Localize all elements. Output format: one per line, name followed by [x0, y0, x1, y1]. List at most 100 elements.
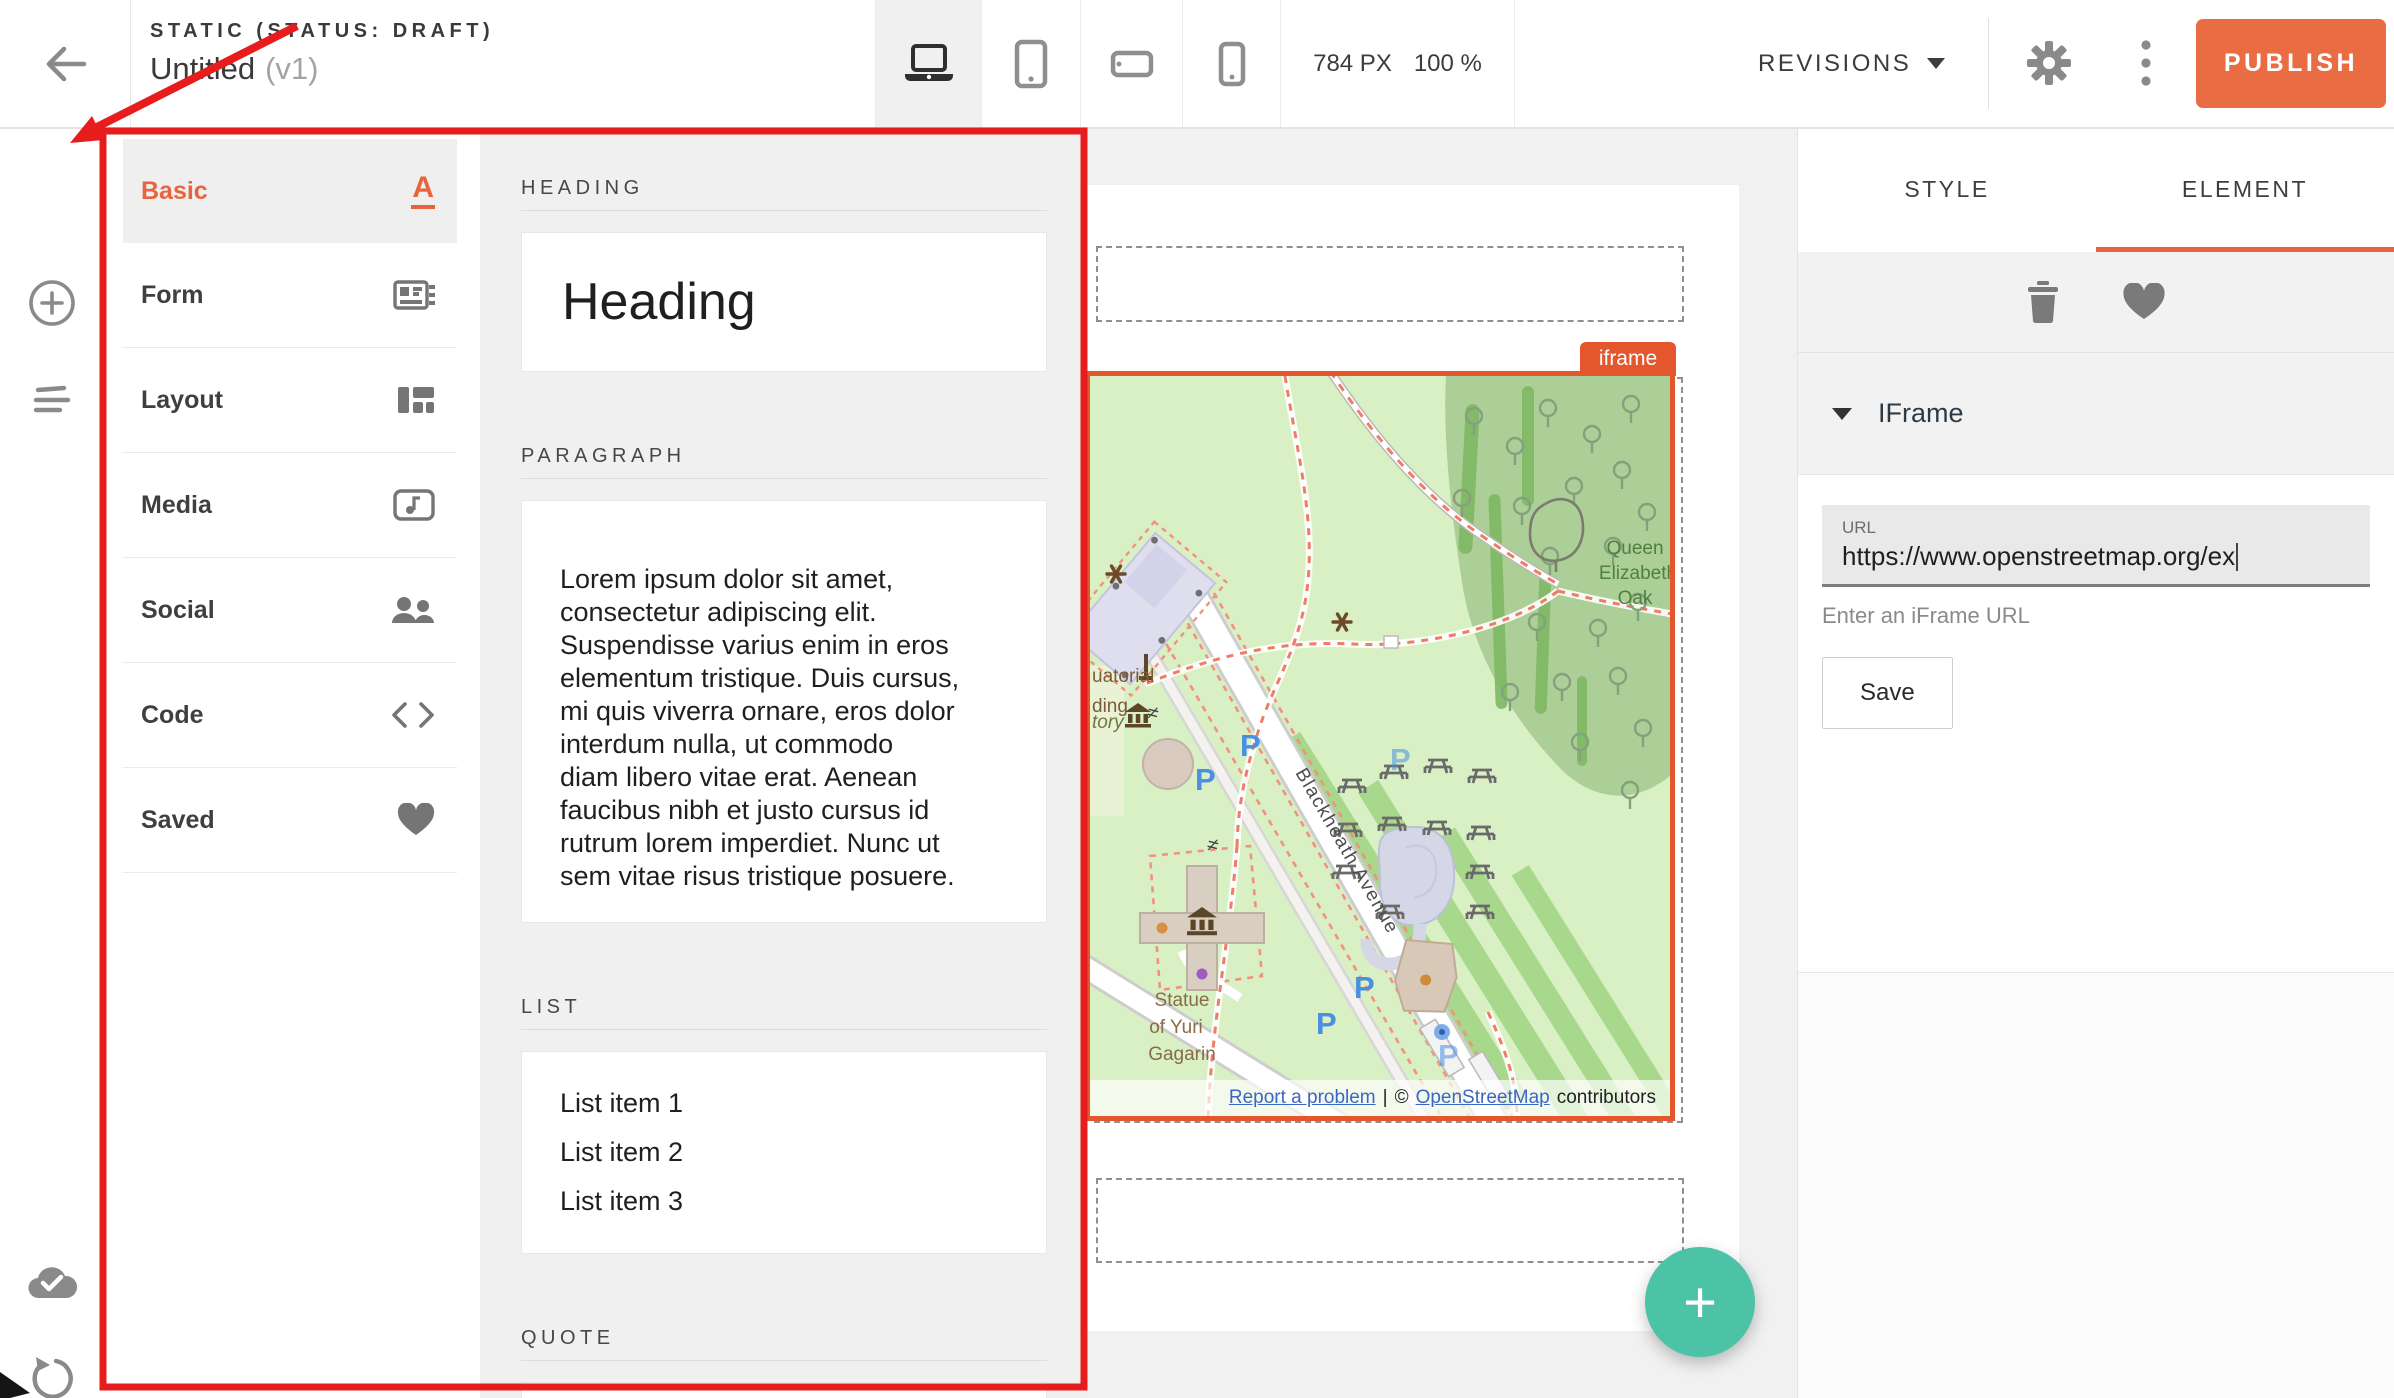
- element-list-panel: HEADING Heading PARAGRAPH Lorem ipsum do…: [480, 127, 1082, 1398]
- sidebar-item-layout[interactable]: Layout: [123, 348, 457, 453]
- heart-icon: [397, 803, 435, 837]
- more-options-button[interactable]: [2126, 34, 2166, 92]
- left-toolbar: [0, 127, 103, 1398]
- text-cursor: [2236, 543, 2238, 571]
- gear-icon: [2025, 39, 2073, 87]
- inspector-panel: STYLE ELEMENT IFrame URL https://www.ope…: [1797, 127, 2394, 1398]
- topbar-divider: [1988, 18, 1989, 109]
- section-divider: [521, 478, 1047, 479]
- section-label-quote: QUOTE: [521, 1326, 1047, 1350]
- svg-text:of Yuri: of Yuri: [1149, 1017, 1203, 1038]
- list-element-card[interactable]: List item 1 List item 2 List item 3: [521, 1051, 1047, 1254]
- device-preview-switcher: 784 PX 100 %: [875, 0, 1515, 127]
- sidebar-item-form[interactable]: Form: [123, 243, 457, 348]
- openstreetmap-iframe-preview[interactable]: P P P P P P ≠ ≠ Queen Elizabeth: [1090, 376, 1670, 1116]
- viewport-info: 784 PX 100 %: [1281, 0, 1514, 127]
- form-icon: [393, 278, 435, 312]
- laptop-icon: [899, 43, 959, 85]
- sidebar-item-basic[interactable]: Basic A: [123, 139, 457, 243]
- iframe-settings-body: URL https://www.openstreetmap.org/ex Ent…: [1798, 475, 2394, 729]
- sidebar-item-social[interactable]: Social: [123, 558, 457, 663]
- sidebar-item-code[interactable]: Code: [123, 663, 457, 768]
- document-status: STATIC (STATUS: DRAFT): [150, 20, 494, 43]
- autosave-status-button[interactable]: [24, 1255, 80, 1311]
- page-canvas: iframe: [1082, 127, 1797, 1398]
- svg-text:P: P: [1240, 728, 1261, 763]
- svg-text:Oak: Oak: [1618, 588, 1653, 609]
- report-problem-link[interactable]: Report a problem: [1229, 1087, 1376, 1109]
- favorite-element-button[interactable]: [2122, 283, 2166, 321]
- map-bandstand: [1143, 739, 1193, 789]
- people-icon: [391, 595, 435, 625]
- paragraph-element-card[interactable]: Lorem ipsum dolor sit amet, consectetur …: [521, 500, 1047, 923]
- trash-icon: [2026, 281, 2060, 323]
- text-basic-icon: A: [411, 173, 435, 209]
- element-categories-sidebar: Basic A Form Layout: [103, 127, 480, 1398]
- phone-portrait-icon: [1218, 41, 1246, 87]
- svg-text:Statue: Statue: [1155, 990, 1210, 1011]
- collapse-caret-icon: [1832, 408, 1852, 420]
- add-section-fab[interactable]: +: [1645, 1247, 1755, 1357]
- back-button[interactable]: [0, 0, 131, 127]
- quote-element-card[interactable]: Block Quote: [521, 1382, 1047, 1398]
- section-label-heading: HEADING: [521, 176, 1047, 200]
- sidebar-item-media[interactable]: Media: [123, 453, 457, 558]
- list-item-preview: List item 3: [560, 1177, 1008, 1226]
- code-icon: [391, 701, 435, 729]
- iframe-settings-title: IFrame: [1878, 398, 1964, 429]
- chevron-down-icon: [1927, 58, 1945, 69]
- publish-button[interactable]: PUBLISH: [2196, 19, 2386, 108]
- list-item-preview: List item 1: [560, 1079, 1008, 1128]
- svg-text:P: P: [1316, 1006, 1337, 1041]
- svg-text:P: P: [1438, 1038, 1459, 1073]
- heart-icon: [2122, 283, 2166, 321]
- device-desktop-button[interactable]: [876, 0, 982, 127]
- tab-style[interactable]: STYLE: [1798, 127, 2096, 252]
- sidebar-item-saved[interactable]: Saved: [123, 768, 457, 873]
- iframe-settings-header[interactable]: IFrame: [1798, 353, 2394, 475]
- tablet-icon: [1014, 39, 1048, 89]
- tab-element[interactable]: ELEMENT: [2096, 127, 2394, 252]
- iframe-url-input[interactable]: URL https://www.openstreetmap.org/ex: [1822, 505, 2370, 587]
- svg-text:P: P: [1195, 762, 1216, 797]
- media-icon: [393, 489, 435, 521]
- device-mobile-landscape-button[interactable]: [1081, 0, 1183, 127]
- add-element-button[interactable]: [24, 275, 80, 331]
- inspector-tabs: STYLE ELEMENT: [1798, 127, 2394, 253]
- document-title[interactable]: Untitled(v1): [150, 51, 494, 87]
- empty-section-placeholder[interactable]: [1096, 246, 1684, 322]
- url-field-label: URL: [1842, 518, 2350, 538]
- top-bar: STATIC (STATUS: DRAFT) Untitled(v1): [0, 0, 2394, 129]
- device-mobile-portrait-button[interactable]: [1183, 0, 1281, 127]
- openstreetmap-link[interactable]: OpenStreetMap: [1416, 1087, 1550, 1109]
- delete-element-button[interactable]: [2026, 281, 2060, 323]
- save-button[interactable]: Save: [1822, 657, 1953, 729]
- revisions-label: REVISIONS: [1758, 50, 1911, 78]
- url-field-value: https://www.openstreetmap.org/ex: [1842, 541, 2235, 572]
- element-actions-row: [1798, 252, 2394, 353]
- svg-text:uatorial: uatorial: [1092, 666, 1154, 687]
- section-label-list: LIST: [521, 995, 1047, 1019]
- section-divider: [521, 1029, 1047, 1030]
- heading-element-card[interactable]: Heading: [521, 232, 1047, 372]
- page-navigator-button[interactable]: [24, 373, 80, 429]
- document-version: (v1): [265, 51, 318, 86]
- zoom-level-value: 100 %: [1414, 50, 1482, 78]
- plus-circle-icon: [28, 279, 76, 327]
- phone-landscape-icon: [1110, 50, 1154, 78]
- revisions-dropdown[interactable]: REVISIONS: [1758, 0, 1945, 127]
- back-arrow-icon: [42, 46, 88, 82]
- undo-button[interactable]: [24, 1351, 80, 1398]
- cloud-check-icon: [26, 1264, 78, 1302]
- svg-text:tory: tory: [1092, 712, 1125, 733]
- svg-text:P: P: [1390, 742, 1411, 777]
- empty-section-placeholder[interactable]: [1096, 1178, 1684, 1263]
- document-title-block: STATIC (STATUS: DRAFT) Untitled(v1): [150, 20, 494, 87]
- device-tablet-button[interactable]: [982, 0, 1081, 127]
- settings-button[interactable]: [2020, 34, 2078, 92]
- svg-text:Elizabeth: Elizabeth: [1599, 563, 1670, 584]
- undo-icon: [28, 1355, 76, 1398]
- kebab-menu-icon: [2140, 39, 2152, 87]
- iframe-element-selected[interactable]: P P P P P P ≠ ≠ Queen Elizabeth: [1085, 371, 1675, 1121]
- section-label-paragraph: PARAGRAPH: [521, 444, 1047, 468]
